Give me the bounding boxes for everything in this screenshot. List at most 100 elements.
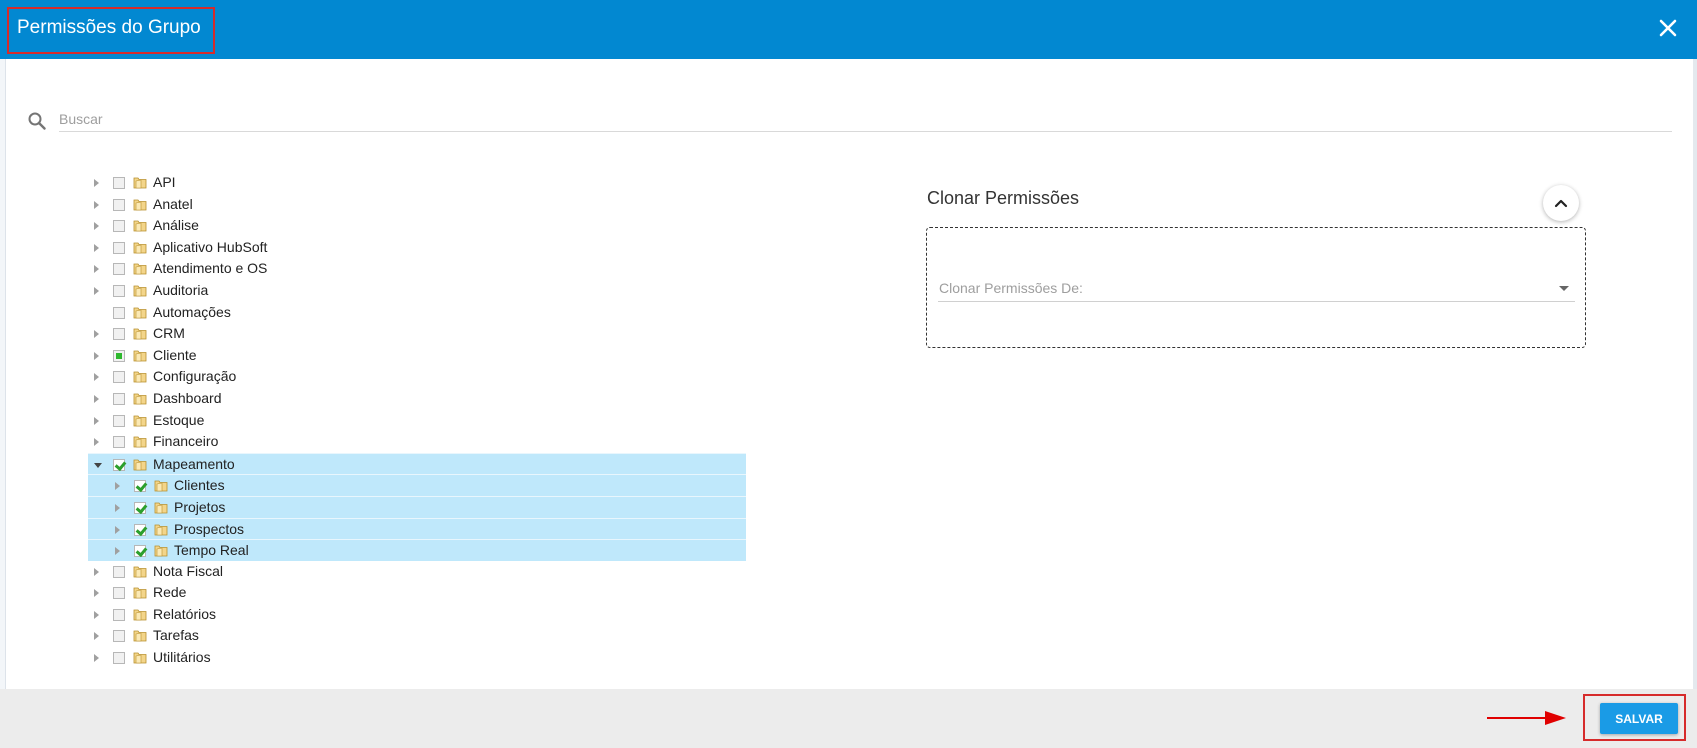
dialog-footer: [0, 689, 1697, 748]
tree-node-label: Estoque: [153, 411, 205, 428]
expand-arrow-icon[interactable]: [94, 351, 99, 360]
expand-arrow-icon[interactable]: [94, 654, 99, 663]
tree-node-checkbox[interactable]: [113, 565, 125, 578]
expand-arrow-icon[interactable]: [94, 222, 99, 231]
expand-arrow-icon[interactable]: [94, 200, 99, 209]
tree-node-checkbox[interactable]: [113, 371, 125, 384]
tree-node[interactable]: Tarefas: [88, 625, 746, 647]
tree-node-checkbox[interactable]: [113, 284, 125, 297]
tree-node[interactable]: Prospectos: [88, 517, 746, 540]
save-button[interactable]: SALVAR: [1600, 703, 1678, 734]
collapse-button[interactable]: [1543, 185, 1579, 221]
tree-node-checkbox[interactable]: [134, 545, 146, 558]
folder-icon: [133, 285, 147, 297]
tree-node[interactable]: Auditoria: [88, 280, 746, 302]
folder-icon: [133, 436, 147, 448]
permission-tree: API Anatel Análise Aplicativo HubSoft Atendi…: [88, 172, 746, 669]
tree-node-checkbox[interactable]: [113, 414, 125, 427]
tree-node-label: CRM: [153, 325, 185, 342]
tree-node-checkbox[interactable]: [113, 198, 125, 211]
expand-arrow-icon[interactable]: [94, 610, 99, 619]
tree-node-checkbox[interactable]: [113, 652, 125, 665]
tree-node[interactable]: Mapeamento: [88, 452, 746, 475]
expand-arrow-icon[interactable]: [115, 503, 120, 512]
tree-node[interactable]: Rede: [88, 582, 746, 604]
tree-node-label: Nota Fiscal: [153, 562, 224, 579]
folder-icon: [133, 415, 147, 426]
expand-arrow-icon[interactable]: [94, 438, 99, 447]
expand-arrow-icon[interactable]: [94, 589, 99, 598]
tree-node[interactable]: Nota Fiscal: [88, 561, 746, 583]
tree-node-checkbox[interactable]: [113, 263, 125, 276]
tree-node-label: Clientes: [174, 477, 225, 494]
arrow-annotation-icon: [1487, 711, 1566, 725]
tree-node-checkbox[interactable]: [113, 436, 125, 449]
tree-node[interactable]: Aplicativo HubSoft: [88, 237, 746, 259]
tree-node[interactable]: Relatórios: [88, 604, 746, 626]
expand-arrow-icon[interactable]: [115, 547, 120, 556]
clone-from-select[interactable]: Clonar Permissões De:: [938, 275, 1575, 302]
tree-node-checkbox[interactable]: [113, 630, 125, 643]
tree-node[interactable]: Configuração: [88, 366, 746, 388]
clone-from-placeholder: Clonar Permissões De:: [939, 280, 1083, 296]
expand-arrow-icon[interactable]: [94, 373, 99, 382]
folder-icon: [154, 545, 168, 557]
tree-node-checkbox[interactable]: [134, 523, 146, 536]
tree-node[interactable]: API: [88, 172, 746, 194]
tree-node-checkbox[interactable]: [113, 608, 125, 621]
expand-arrow-icon[interactable]: [94, 330, 99, 339]
chevron-up-icon: [1554, 199, 1568, 208]
expand-arrow-icon[interactable]: [115, 525, 120, 534]
tree-node-checkbox[interactable]: [113, 241, 125, 254]
folder-icon: [133, 242, 147, 254]
expand-arrow-icon[interactable]: [94, 394, 99, 403]
search-input[interactable]: [59, 107, 1672, 132]
expand-arrow-icon[interactable]: [94, 567, 99, 576]
folder-icon: [154, 524, 168, 535]
tree-node-checkbox[interactable]: [113, 177, 125, 189]
folder-icon: [133, 371, 147, 383]
tree-node[interactable]: Automações: [88, 302, 746, 324]
folder-icon: [133, 350, 147, 362]
tree-node[interactable]: Financeiro: [88, 431, 746, 453]
tree-node[interactable]: Dashboard: [88, 388, 746, 410]
tree-node-checkbox[interactable]: [134, 501, 146, 514]
tree-node[interactable]: CRM: [88, 323, 746, 345]
expand-arrow-icon[interactable]: [94, 265, 99, 274]
tree-node[interactable]: Estoque: [88, 410, 746, 432]
tree-node-checkbox[interactable]: [113, 458, 125, 471]
tree-node-checkbox[interactable]: [113, 306, 125, 319]
tree-node[interactable]: Cliente: [88, 345, 746, 367]
folder-icon: [133, 328, 147, 340]
folder-icon: [133, 609, 147, 621]
tree-node-label: Configuração: [153, 368, 237, 385]
tree-node-label: Utilitários: [153, 649, 211, 666]
tree-node-checkbox[interactable]: [134, 480, 146, 493]
close-icon[interactable]: [1654, 14, 1682, 42]
tree-node-label: Tarefas: [153, 627, 199, 644]
expand-arrow-icon[interactable]: [94, 243, 99, 252]
tree-node[interactable]: Anatel: [88, 194, 746, 216]
expand-arrow-icon[interactable]: [94, 416, 99, 425]
tree-node[interactable]: Atendimento e OS: [88, 258, 746, 280]
expand-arrow-icon[interactable]: [115, 482, 120, 491]
tree-node-checkbox[interactable]: [113, 328, 125, 341]
tree-node-label: Financeiro: [153, 433, 219, 450]
tree-node-checkbox[interactable]: [113, 349, 125, 362]
tree-node-label: Rede: [153, 584, 187, 601]
tree-node[interactable]: Tempo Real: [88, 539, 746, 561]
tree-node[interactable]: Projetos: [88, 495, 746, 518]
tree-node-checkbox[interactable]: [113, 587, 125, 600]
tree-node-checkbox[interactable]: [113, 220, 125, 233]
folder-icon: [133, 566, 147, 578]
expand-arrow-icon[interactable]: [94, 179, 99, 187]
tree-node-label: Atendimento e OS: [153, 260, 268, 277]
tree-node[interactable]: Análise: [88, 215, 746, 237]
expanded-arrow-icon[interactable]: [94, 462, 102, 468]
tree-node[interactable]: Clientes: [88, 474, 746, 496]
tree-node[interactable]: Utilitários: [88, 647, 746, 669]
folder-icon: [133, 652, 147, 664]
expand-arrow-icon[interactable]: [94, 632, 99, 641]
tree-node-checkbox[interactable]: [113, 392, 125, 405]
expand-arrow-icon[interactable]: [94, 286, 99, 295]
